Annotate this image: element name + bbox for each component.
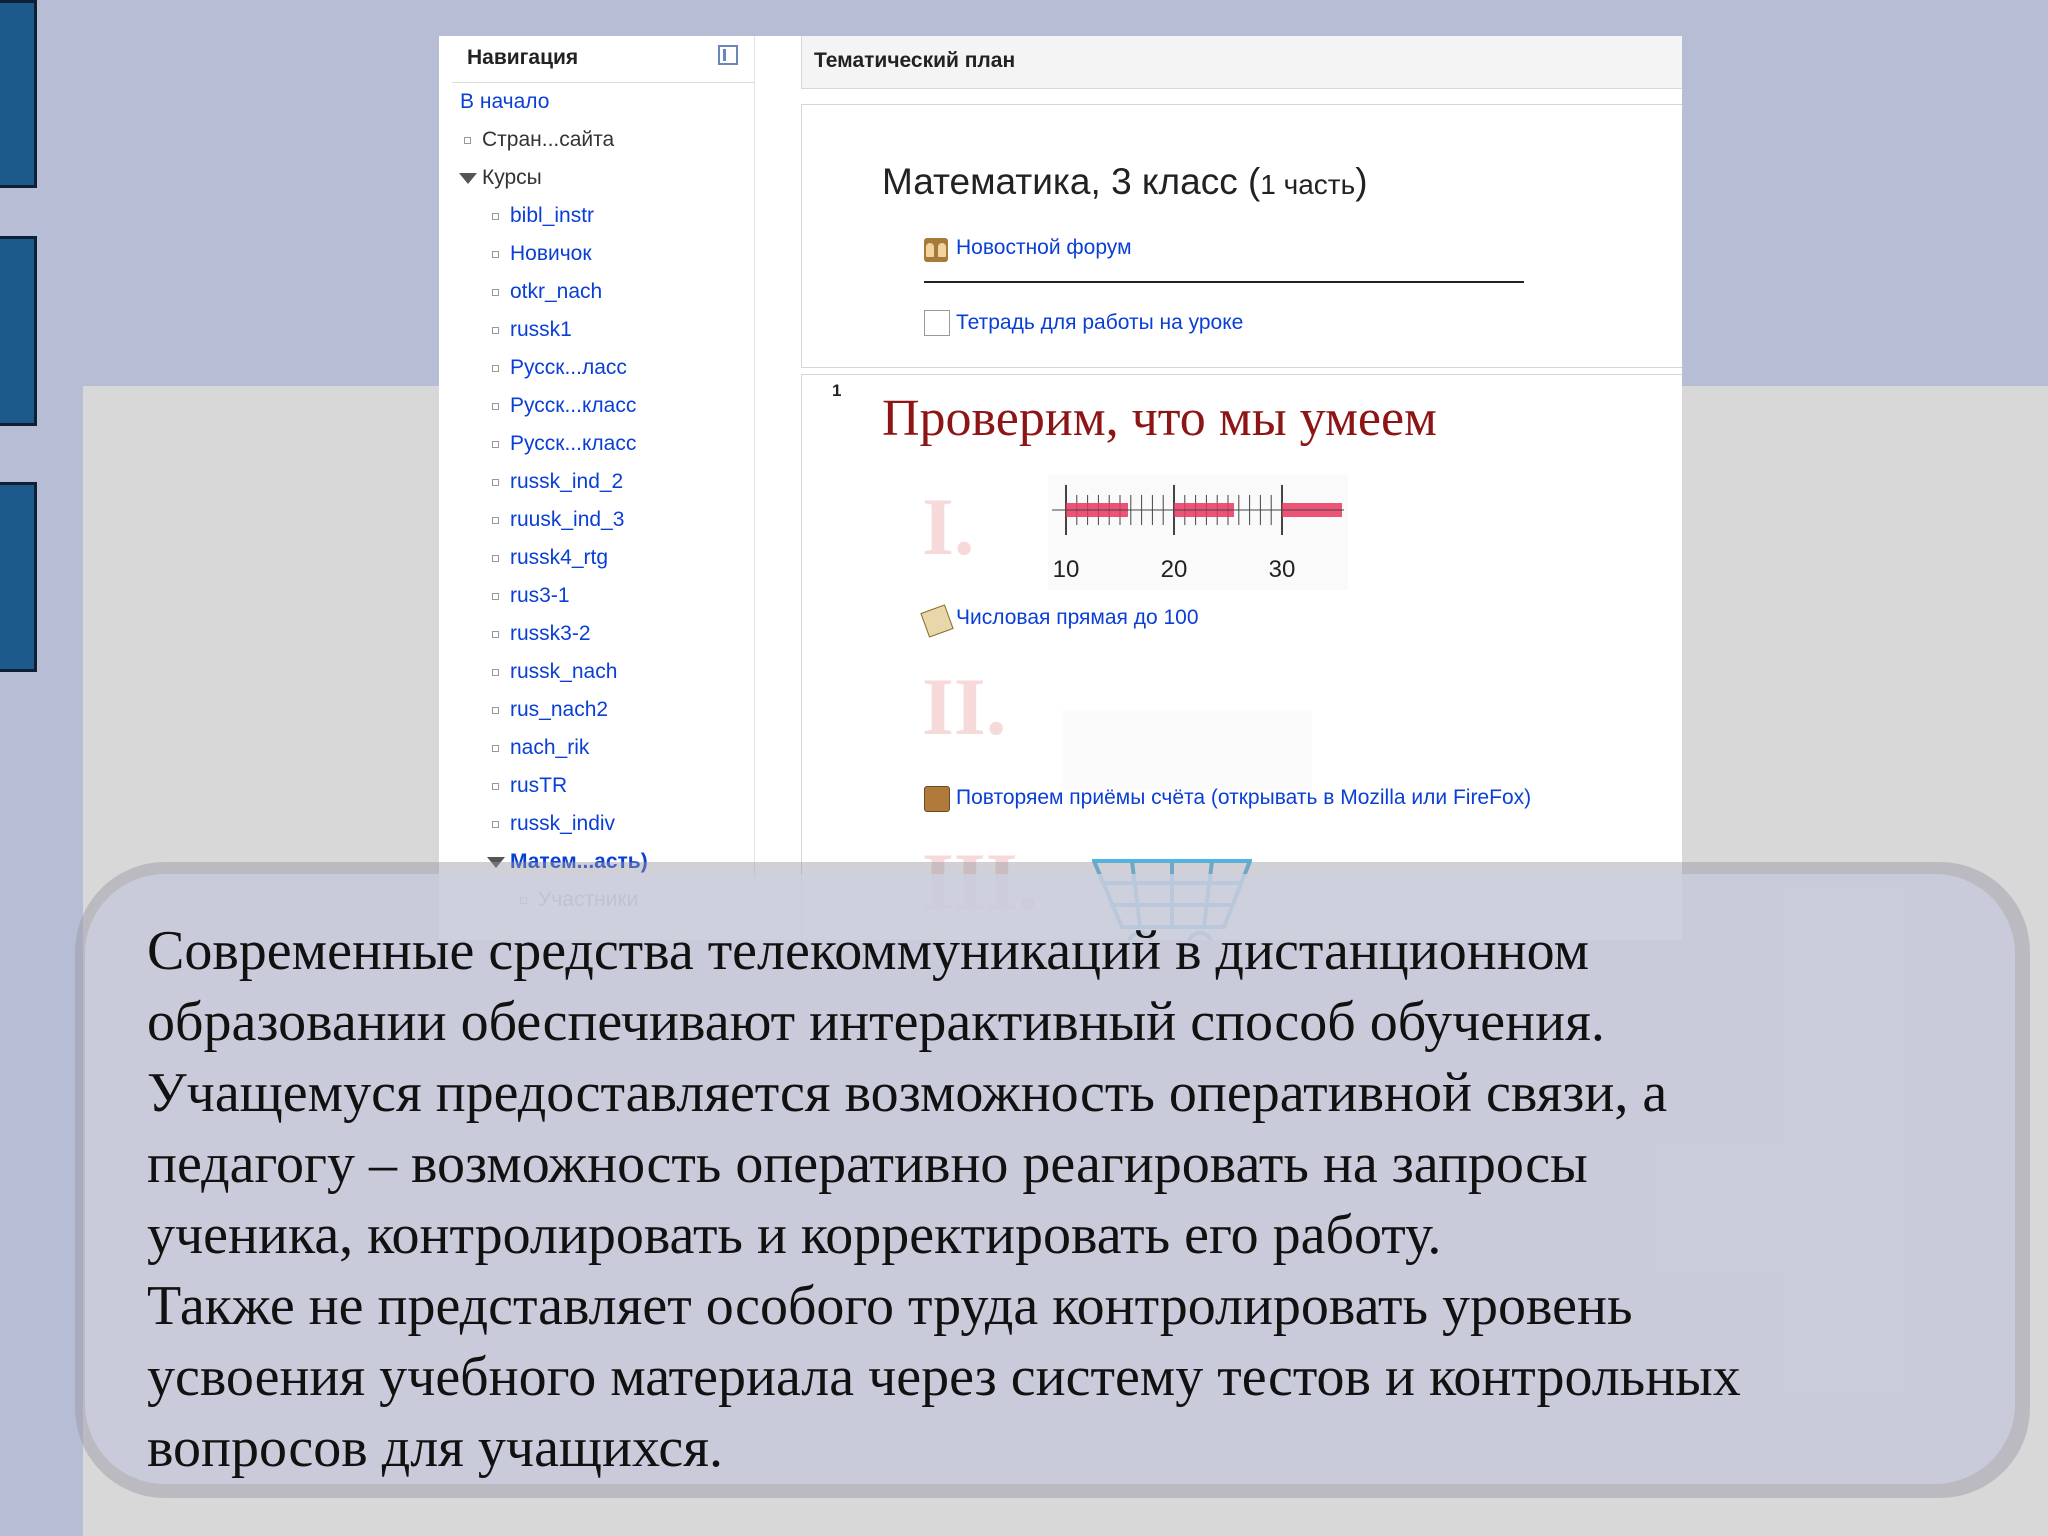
caption-line: ученика, контролировать и корректировать… — [147, 1204, 1442, 1266]
bullet-icon — [492, 555, 499, 562]
news-forum-link[interactable]: Новостной форум — [956, 236, 1132, 260]
nav-item-label: Русск...класс — [510, 394, 637, 417]
course-title-part: 1 часть — [1260, 169, 1356, 200]
bullet-icon — [492, 289, 499, 296]
ruler-label-10: 10 — [1053, 556, 1080, 583]
nav-item-label: otkr_nach — [510, 280, 603, 303]
nav-item-label: russk1 — [510, 318, 572, 341]
nav-item-label: russk_indiv — [510, 812, 616, 835]
ruler-label-20: 20 — [1161, 556, 1188, 583]
slide-side-tab-3 — [0, 482, 37, 672]
nav-item-label: rusTR — [510, 774, 568, 797]
bullet-icon — [492, 251, 499, 258]
course-main-area: Тематический план Математика, 3 класс (1… — [801, 36, 1682, 940]
resource-icon — [920, 604, 954, 638]
caption-line: усвоения учебного материала через систем… — [147, 1346, 1741, 1408]
caption-line: Учащемуся предоставляется возможность оп… — [147, 1062, 1668, 1124]
course-section-1: 1 Проверим, что мы умеем I. 10 20 30 Чис… — [801, 374, 1682, 940]
nav-item-label: Русск...класс — [510, 432, 637, 455]
bullet-icon — [492, 821, 499, 828]
nav-item-label: ruusk_ind_3 — [510, 508, 625, 531]
nav-item-label: В начало — [460, 90, 550, 113]
bullet-icon — [492, 707, 499, 714]
navigation-title: Навигация — [467, 46, 579, 69]
nav-item-label: Русск...ласс — [510, 356, 627, 379]
faded-image — [1062, 710, 1312, 790]
forum-icon — [924, 238, 948, 262]
nav-item-label: rus_nach2 — [510, 698, 609, 721]
bullet-icon — [464, 137, 471, 144]
navigation-header: Навигация — [452, 36, 754, 83]
number-line-link[interactable]: Числовая прямая до 100 — [956, 606, 1199, 630]
course-title-main: Математика, 3 класс ( — [882, 161, 1261, 202]
activity-icon — [924, 786, 950, 812]
course-title: Математика, 3 класс (1 часть) — [882, 161, 1368, 203]
course-format-title: Тематический план — [814, 49, 1016, 72]
bullet-icon — [492, 669, 499, 676]
bullet-icon — [492, 783, 499, 790]
navigation-block: Навигация В начало Стран...сайта Курсы bibl… — [452, 36, 755, 940]
course-title-end: ) — [1355, 161, 1368, 202]
nav-item-label: nach_rik — [510, 736, 590, 759]
bullet-icon — [492, 403, 499, 410]
nav-item-label: russk4_rtg — [510, 546, 609, 569]
counting-practice-link[interactable]: Повторяем приёмы счёта (открывать в Mozi… — [956, 786, 1531, 810]
slide-side-tab-2 — [0, 236, 37, 426]
ruler-label-30: 30 — [1269, 556, 1296, 583]
nav-item-label: Курсы — [482, 166, 542, 189]
nav-item-label: Стран...сайта — [482, 128, 615, 151]
nav-item-label: Новичок — [510, 242, 592, 265]
section-number: 1 — [832, 381, 842, 400]
course-section-0: Математика, 3 класс (1 часть) Новостной … — [801, 104, 1682, 368]
slide-side-tab-1 — [0, 0, 37, 188]
nav-item-label: russk_ind_2 — [510, 470, 624, 493]
notebook-link[interactable]: Тетрадь для работы на уроке — [956, 311, 1243, 335]
bullet-icon — [492, 213, 499, 220]
caption-line: Современные средства телекоммуникаций в … — [147, 920, 1590, 982]
checkbox-icon[interactable] — [924, 310, 950, 336]
bullet-icon — [492, 631, 499, 638]
section-heading: Проверим, что мы умеем — [882, 390, 1437, 447]
caption-line: Также не представляет особого труда конт… — [147, 1275, 1633, 1337]
bullet-icon — [492, 593, 499, 600]
caption-line: образовании обеспечивают интерактивный с… — [147, 991, 1605, 1053]
roman-numeral-2: II. — [922, 661, 1007, 752]
lms-screenshot: Навигация В начало Стран...сайта Курсы bibl… — [439, 36, 1682, 940]
bullet-icon — [492, 441, 499, 448]
course-format-header: Тематический план — [801, 36, 1682, 89]
expand-triangle-icon[interactable] — [459, 173, 477, 184]
bullet-icon — [492, 365, 499, 372]
caption-line: педагогу – возможность оперативно реагир… — [147, 1133, 1588, 1195]
bullet-icon — [492, 517, 499, 524]
nav-item-label: russk3-2 — [510, 622, 591, 645]
roman-numeral-1: I. — [922, 481, 975, 572]
caption-text: Современные средства телекоммуникаций в … — [147, 916, 1997, 1484]
section-divider — [924, 281, 1524, 283]
dock-block-icon[interactable] — [718, 45, 738, 65]
bullet-icon — [492, 745, 499, 752]
bullet-icon — [492, 327, 499, 334]
bullet-icon — [492, 479, 499, 486]
nav-item-label: rus3-1 — [510, 584, 570, 607]
nav-item-label: russk_nach — [510, 660, 618, 683]
number-line-image: 10 20 30 — [1048, 475, 1348, 590]
caption-line: вопросов для учащихся. — [147, 1417, 724, 1479]
nav-item-label: bibl_instr — [510, 204, 595, 227]
